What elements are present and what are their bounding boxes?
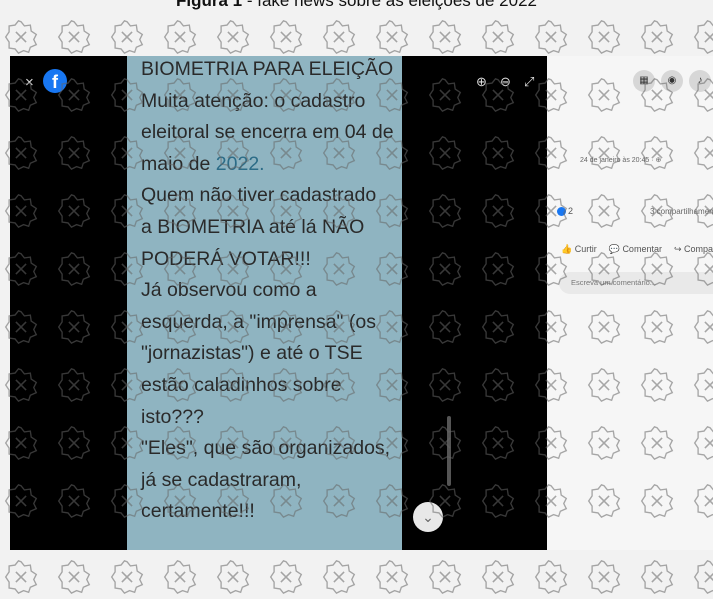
zoom-out-icon[interactable]: ⊖: [500, 74, 511, 90]
watermark-icon: [110, 20, 144, 55]
watermark-icon: [322, 20, 356, 55]
zoom-in-icon[interactable]: ⊕: [476, 74, 487, 90]
post-text-line: PODERÁ VOTAR!!!: [141, 247, 311, 270]
grid-icon[interactable]: ▦: [633, 70, 655, 92]
post-text-line: Já observou como a: [141, 279, 317, 302]
post-text-line: isto???: [141, 405, 204, 428]
watermark-icon: [481, 20, 515, 55]
watermark-icon: [587, 560, 621, 595]
post-text-line: certamente!!!: [141, 500, 255, 523]
share-label: Compartilhar: [684, 244, 713, 254]
watermark-icon: [428, 20, 462, 55]
post-date: 24 de janeiro às 20:45 · ⊕: [580, 157, 662, 164]
post-text-line: esquerda, a "imprensa" (os: [141, 310, 376, 333]
post-text-line: Quem não tiver cadastrado: [141, 184, 377, 207]
post-side-panel: ▦ ◉ ♪ 24 de janeiro às 20:45 · ⊕ 2 3 com…: [547, 56, 713, 550]
post-text-line: "Eles", que são organizados,: [141, 437, 391, 460]
close-icon[interactable]: ×: [25, 74, 34, 91]
post-date-text: 24 de janeiro às 20:45 ·: [580, 157, 656, 164]
post-text-line: BIOMETRIA PARA ELEIÇÃO: [141, 58, 394, 80]
watermark-icon: [534, 20, 568, 55]
facebook-logo-icon[interactable]: f: [43, 69, 67, 93]
fullscreen-icon[interactable]: ⤢: [524, 74, 534, 90]
like-button[interactable]: 👍 Curtir: [561, 244, 597, 255]
figure-caption: Figura 1 - fake news sobre as eleições d…: [0, 0, 713, 11]
post-image: BIOMETRIA PARA ELEIÇÃO Muita atenção: o c…: [127, 56, 402, 550]
comment-input[interactable]: Escreva um comentário...: [559, 272, 713, 294]
share-button[interactable]: ↪ Compartilhar: [674, 244, 713, 255]
like-icon: [557, 207, 566, 217]
watermark-icon: [110, 560, 144, 595]
watermark-icon: [481, 560, 515, 595]
watermark-icon: [640, 560, 674, 595]
post-text-line: "jornazistas") e até o TSE: [141, 342, 363, 365]
watermark-icon: [534, 560, 568, 595]
comment-label: Comentar: [622, 244, 662, 254]
watermark-icon: [57, 560, 91, 595]
top-icons: ▦ ◉ ♪: [633, 70, 711, 92]
like-label: Curtir: [574, 244, 597, 254]
watermark-icon: [269, 560, 303, 595]
comment-button[interactable]: 💬 Comentar: [609, 244, 662, 255]
post-year: 2022.: [215, 152, 265, 175]
watermark-icon: [375, 20, 409, 55]
watermark-icon: [4, 560, 38, 595]
watermark-icon: [57, 20, 91, 55]
watermark-icon: [375, 560, 409, 595]
watermark-icon: [216, 560, 250, 595]
watermark-icon: [163, 560, 197, 595]
watermark-icon: [216, 20, 250, 55]
bell-icon[interactable]: ♪: [689, 70, 711, 92]
watermark-icon: [4, 20, 38, 55]
caption-label: Figura 1: [176, 0, 243, 10]
post-text-line: já se cadastraram,: [141, 468, 302, 491]
scrollbar[interactable]: [447, 416, 451, 486]
watermark-icon: [587, 20, 621, 55]
post-actions: 👍 Curtir 💬 Comentar ↪ Compartilhar: [561, 244, 713, 255]
reaction-count: 2: [568, 206, 574, 216]
post-text-line: Muita atenção: o cadastro: [141, 89, 366, 112]
post-text-line: eleitoral se encerra em 04 de: [141, 121, 394, 144]
watermark-icon: [163, 20, 197, 55]
watermark-icon: [640, 20, 674, 55]
reaction-summary[interactable]: 2: [557, 206, 574, 217]
watermark-icon: [322, 560, 356, 595]
watermark-icon: [269, 20, 303, 55]
scroll-down-button[interactable]: ⌄: [413, 502, 443, 532]
watermark-icon: [428, 560, 462, 595]
post-text-line: a BIOMETRIA até lá NÃO: [141, 216, 365, 238]
watermark-icon: [693, 20, 713, 55]
share-count[interactable]: 3 compartilhamentos: [650, 207, 713, 216]
post-text-line: maio de 2022.: [141, 152, 265, 175]
watermark-icon: [693, 560, 713, 595]
caption-text: - fake news sobre as eleições de 2022: [242, 0, 537, 10]
messenger-icon[interactable]: ◉: [661, 70, 683, 92]
post-text-line: estão caladinhos sobre: [141, 374, 342, 396]
photo-viewer: × f BIOMETRIA PARA ELEIÇÃO Muita atenção:…: [10, 56, 547, 550]
